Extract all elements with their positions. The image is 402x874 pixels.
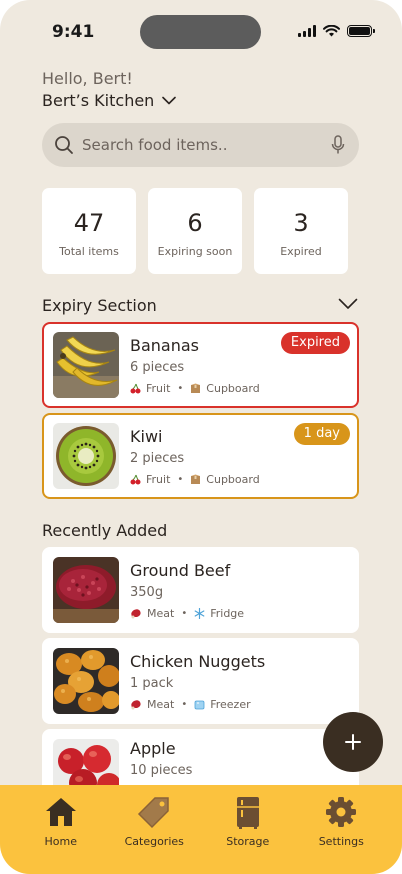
- item-storage: Cupboard: [206, 472, 260, 486]
- stat-label: Expired: [280, 245, 322, 258]
- search-bar: [42, 123, 359, 167]
- separator-dot: •: [181, 607, 188, 619]
- recent-item-chicken-nuggets[interactable]: Chicken Nuggets 1 pack Meat • Freezer: [42, 638, 359, 724]
- expiry-item-bananas[interactable]: Bananas 6 pieces Fruit • Cupboard Expire…: [42, 322, 359, 408]
- tag-icon: [138, 797, 169, 829]
- search-icon: [55, 136, 73, 154]
- item-category: Meat: [147, 697, 175, 711]
- item-category: Meat: [147, 606, 175, 620]
- nav-label: Categories: [124, 835, 184, 848]
- item-meta: Meat • Freezer: [130, 698, 265, 711]
- kitchen-name: Bert’s Kitchen: [42, 91, 155, 110]
- meat-icon: [131, 699, 141, 709]
- separator-dot: •: [181, 698, 188, 710]
- kiwi-image: [53, 423, 119, 489]
- status-badge: Expired: [280, 332, 350, 354]
- app-screen: 9:41 Hello, Bert! Bert’s Kitchen Search …: [0, 0, 402, 874]
- fridge-icon: [236, 797, 259, 829]
- item-meta: Fruit • Cupboard: [130, 473, 260, 486]
- item-quantity: 1 pack: [130, 675, 174, 691]
- wifi-icon: [323, 25, 340, 37]
- plus-icon: [345, 734, 361, 750]
- item-name: Bananas: [130, 335, 200, 355]
- status-badge: 1 day: [293, 423, 350, 445]
- nav-home[interactable]: Home: [21, 795, 101, 874]
- home-icon: [45, 798, 76, 826]
- ice-cube-icon: [194, 700, 205, 709]
- item-quantity: 6 pieces: [130, 359, 185, 375]
- item-storage: Fridge: [210, 606, 245, 620]
- microphone-icon[interactable]: [331, 135, 345, 155]
- search-input[interactable]: [82, 136, 331, 154]
- item-meta: Meat • Fridge: [130, 607, 244, 620]
- kitchen-selector[interactable]: Bert’s Kitchen: [42, 91, 177, 110]
- snowflake-icon: [194, 607, 205, 619]
- nav-settings[interactable]: Settings: [301, 795, 381, 874]
- status-time: 9:41: [52, 22, 95, 42]
- stat-label: Expiring soon: [157, 245, 233, 258]
- nav-label: Storage: [226, 835, 270, 848]
- status-icons: [298, 25, 375, 37]
- meat-icon: [131, 608, 141, 618]
- greeting: Hello, Bert!: [42, 69, 133, 88]
- nav-label: Settings: [318, 835, 364, 848]
- chicken-nuggets-image: [53, 648, 119, 714]
- item-quantity: 2 pieces: [130, 450, 185, 466]
- stat-value: 47: [73, 209, 105, 237]
- collapse-chevron-icon[interactable]: [338, 298, 358, 310]
- nav-categories[interactable]: Categories: [114, 795, 194, 874]
- stat-card-expiring[interactable]: 6 Expiring soon: [148, 188, 242, 274]
- cherry-icon: [130, 474, 141, 484]
- ground-beef-image: [53, 557, 119, 623]
- nav-label: Home: [44, 835, 77, 848]
- item-category: Fruit: [146, 381, 171, 395]
- stat-card-expired[interactable]: 3 Expired: [254, 188, 348, 274]
- stat-value: 3: [293, 209, 309, 237]
- item-name: Ground Beef: [130, 560, 231, 580]
- separator-dot: •: [177, 382, 184, 394]
- item-name: Kiwi: [130, 426, 163, 446]
- battery-icon: [347, 25, 375, 37]
- item-name: Chicken Nuggets: [130, 651, 266, 671]
- recent-item-ground-beef[interactable]: Ground Beef 350g Meat • Fridge: [42, 547, 359, 633]
- stats-row: 47 Total items 6 Expiring soon 3 Expired: [42, 188, 359, 274]
- bananas-image: [53, 332, 119, 398]
- nav-storage[interactable]: Storage: [208, 795, 288, 874]
- box-icon: [191, 383, 201, 393]
- separator-dot: •: [177, 473, 184, 485]
- stat-value: 6: [187, 209, 203, 237]
- stat-card-total[interactable]: 47 Total items: [42, 188, 136, 274]
- item-quantity: 10 pieces: [130, 763, 193, 778]
- item-name: Apple: [130, 739, 176, 758]
- bottom-navigation: Home Categories Storage Settings: [0, 785, 402, 874]
- expiry-section-title: Expiry Section: [42, 296, 157, 315]
- gear-icon: [326, 797, 357, 827]
- stat-label: Total items: [59, 245, 119, 258]
- item-storage: Freezer: [210, 697, 251, 711]
- item-meta: Fruit • Cupboard: [130, 382, 260, 395]
- add-item-button[interactable]: [323, 712, 383, 772]
- expiry-item-kiwi[interactable]: Kiwi 2 pieces Fruit • Cupboard 1 day: [42, 413, 359, 499]
- cellular-signal-icon: [298, 25, 316, 37]
- recently-added-title: Recently Added: [42, 521, 168, 540]
- item-quantity: 350g: [130, 584, 164, 600]
- chevron-down-icon: [162, 96, 177, 105]
- box-icon: [191, 474, 201, 484]
- item-storage: Cupboard: [206, 381, 260, 395]
- item-category: Fruit: [146, 472, 171, 486]
- dynamic-island: [140, 15, 261, 49]
- cherry-icon: [130, 383, 141, 393]
